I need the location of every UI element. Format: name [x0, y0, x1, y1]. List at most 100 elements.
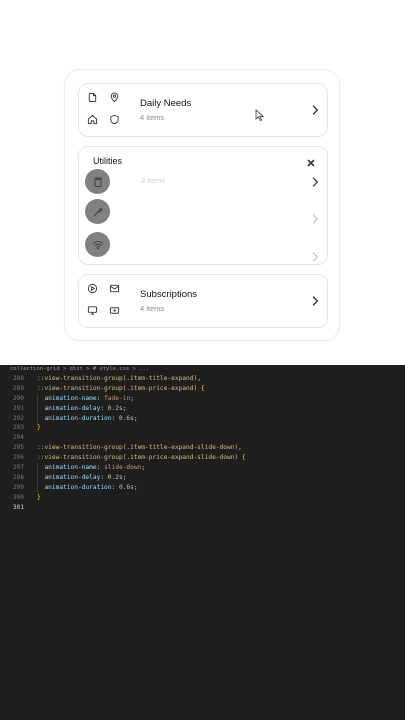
play-icon	[85, 281, 100, 296]
code-text: animation-name: slide-down;	[37, 463, 145, 473]
icon-grid	[85, 90, 127, 132]
ticket-icon	[107, 303, 122, 318]
code-line[interactable]: 297 animation-name: slide-down;	[0, 463, 405, 473]
semicolon: ;	[122, 473, 127, 481]
brush-icon[interactable]	[85, 199, 110, 224]
indent-guide	[37, 403, 38, 414]
css-value: 0.2s	[107, 404, 123, 412]
code-line[interactable]: 295::view-transition-group(.item-title-e…	[0, 443, 405, 453]
breadcrumb[interactable]: collection-grid > dist > # style.css > .…	[0, 365, 405, 374]
open-brace: {	[200, 384, 205, 392]
line-number: 298	[12, 473, 24, 481]
card-subscriptions[interactable]: Subscriptions 4 items	[78, 274, 328, 328]
code-line[interactable]: 289::view-transition-group(.item-price-e…	[0, 384, 405, 394]
code-line[interactable]: 288::view-transition-group(.item-title-e…	[0, 374, 405, 384]
css-selector: ::view-transition-group(.item-title-expa…	[37, 375, 198, 382]
code-text: animation-name: fade-in;	[37, 393, 134, 404]
indent-guide	[37, 463, 38, 473]
code-editor[interactable]: collection-grid > dist > # style.css > .…	[0, 365, 405, 720]
line-number: 299	[12, 483, 24, 491]
code-text: }	[37, 423, 41, 433]
code-line[interactable]: 292 animation-duration: 0.6s;	[0, 413, 405, 424]
icon-grid	[85, 281, 127, 323]
semicolon: ;	[141, 464, 146, 472]
semicolon: ;	[133, 483, 138, 491]
semicolon: ;	[133, 414, 138, 422]
card-title: Daily Needs	[140, 98, 192, 109]
close-icon[interactable]	[307, 154, 317, 167]
line-number: 293	[12, 424, 24, 432]
semicolon: ;	[130, 394, 134, 402]
chevron-right-icon[interactable]	[310, 251, 320, 263]
line-number: 289	[12, 384, 24, 392]
close-brace: }	[37, 424, 41, 432]
chevron-right-icon[interactable]	[310, 213, 320, 225]
css-value: 0.6s	[118, 414, 134, 422]
css-selector: ::view-transition-group(.item-price-expa…	[37, 454, 239, 462]
mail-icon	[107, 281, 122, 296]
code-text: ::view-transition-group(.item-title-expa…	[37, 443, 242, 453]
css-selector: ::view-transition-group(.item-title-expa…	[37, 444, 239, 452]
colon: :	[111, 483, 119, 491]
css-property: animation-name	[44, 394, 97, 402]
code-area[interactable]: 288::view-transition-group(.item-title-e…	[0, 374, 405, 512]
chevron-right-icon[interactable]	[310, 295, 320, 307]
code-line[interactable]: 298 animation-delay: 0.2s;	[0, 472, 405, 483]
clipboard-icon[interactable]	[85, 169, 110, 194]
code-text: animation-delay: 0.2s;	[37, 403, 127, 414]
wifi-icon[interactable]	[85, 232, 110, 257]
code-line[interactable]: 300}	[0, 493, 405, 503]
line-number: 301	[12, 503, 24, 511]
css-property: animation-duration	[44, 483, 112, 491]
chevron-right-icon[interactable]	[310, 104, 320, 116]
collection-grid: Daily Needs 4 items Utilities 3 items Su…	[64, 69, 340, 341]
line-number: 297	[12, 464, 24, 472]
code-line[interactable]: 290 animation-name: fade-in;	[0, 393, 405, 404]
semicolon: ;	[122, 404, 127, 412]
card-utilities[interactable]: Utilities 3 items	[78, 146, 328, 265]
code-text: ::view-transition-group(.item-price-expa…	[37, 384, 205, 394]
comma: ,	[197, 375, 201, 382]
card-daily-needs[interactable]: Daily Needs 4 items	[78, 83, 328, 137]
code-text: animation-delay: 0.2s;	[37, 472, 127, 483]
code-line[interactable]: 294	[0, 433, 405, 443]
chevron-right-icon[interactable]	[310, 176, 320, 188]
location-pin-icon	[107, 90, 122, 105]
open-brace: {	[241, 454, 246, 462]
colon: :	[100, 404, 108, 412]
code-text: animation-duration: 0.6s;	[37, 482, 138, 493]
line-number: 295	[12, 444, 24, 452]
line-number: 294	[12, 434, 24, 442]
code-line[interactable]: 291 animation-delay: 0.2s;	[0, 403, 405, 414]
line-number: 288	[12, 375, 24, 382]
indent-guide	[37, 413, 38, 424]
code-line[interactable]: 296::view-transition-group(.item-price-e…	[0, 453, 405, 463]
code-line[interactable]: 301	[0, 503, 405, 513]
home-icon	[85, 112, 100, 127]
css-value: 0.6s	[118, 483, 134, 491]
css-property: animation-delay	[44, 473, 101, 481]
document-icon	[85, 90, 100, 105]
code-text: ::view-transition-group(.item-price-expa…	[37, 453, 246, 463]
colon: :	[111, 414, 119, 422]
preview-area: Daily Needs 4 items Utilities 3 items Su…	[0, 0, 405, 365]
indent-guide	[37, 472, 38, 483]
card-item-count: 4 items	[140, 304, 165, 313]
colon: :	[100, 473, 108, 481]
line-number: 290	[12, 394, 24, 402]
css-value: slide-down	[104, 464, 142, 472]
code-line[interactable]: 299 animation-duration: 0.6s;	[0, 482, 405, 493]
css-property: animation-duration	[44, 414, 112, 422]
css-value: 0.2s	[107, 473, 123, 481]
card-title: Subscriptions	[140, 289, 198, 300]
code-line[interactable]: 293}	[0, 423, 405, 433]
indent-guide	[37, 393, 38, 404]
monitor-icon	[85, 303, 100, 318]
card-title: Utilities	[93, 156, 123, 166]
mouse-cursor-icon	[255, 109, 264, 121]
card-item-count: 4 items	[140, 113, 165, 122]
code-text: }	[37, 493, 41, 503]
colon: :	[96, 464, 105, 472]
code-text: animation-duration: 0.6s;	[37, 413, 138, 424]
close-brace: }	[37, 493, 41, 501]
